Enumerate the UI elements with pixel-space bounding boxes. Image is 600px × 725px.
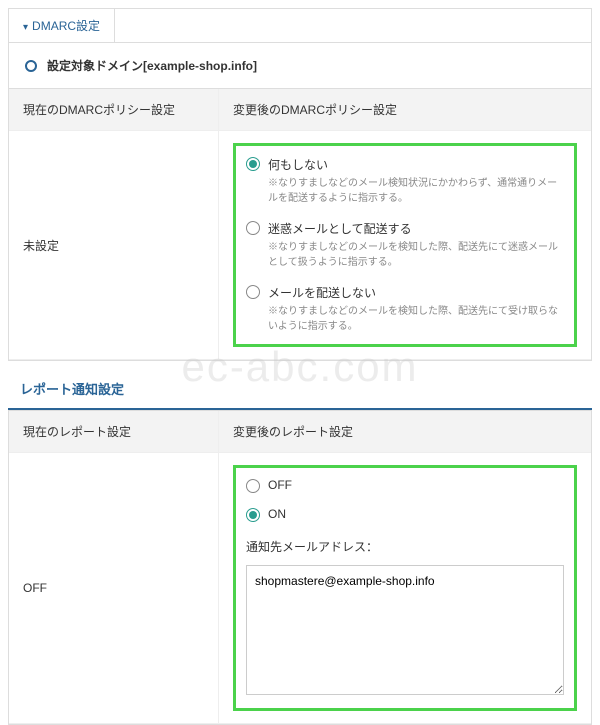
radio-dmarc-reject-label: メールを配送しない (268, 284, 564, 301)
report-header-after: 変更後のレポート設定 (219, 411, 591, 452)
dmarc-options-group: 何もしない ※なりすましなどのメール検知状況にかかわらず、通常通りメールを配送す… (233, 143, 577, 347)
radio-dmarc-none[interactable] (246, 157, 260, 171)
tab-dmarc[interactable]: ▾ DMARC設定 (9, 9, 115, 42)
radio-dmarc-spam-desc: ※なりすましなどのメールを検知した際、配送先にて迷惑メールとして扱うように指示す… (268, 240, 564, 270)
radio-dmarc-none-label: 何もしない (268, 156, 564, 173)
report-section-title: レポート通知設定 (8, 369, 592, 410)
report-options-group: OFF ON 通知先メールアドレス： (233, 465, 577, 711)
report-panel: 現在のレポート設定 変更後のレポート設定 OFF OFF ON (8, 410, 592, 725)
bullet-icon (25, 60, 37, 72)
email-field-label: 通知先メールアドレス： (246, 538, 564, 555)
radio-dmarc-reject[interactable] (246, 285, 260, 299)
tab-bar: ▾ DMARC設定 (9, 9, 591, 43)
radio-report-on[interactable] (246, 508, 260, 522)
domain-suffix: ] (253, 59, 257, 73)
radio-report-off-label: OFF (268, 478, 564, 492)
domain-name: example-shop.info (147, 59, 253, 73)
radio-dmarc-spam-label: 迷惑メールとして配送する (268, 220, 564, 237)
tab-label: DMARC設定 (32, 19, 100, 33)
radio-dmarc-spam[interactable] (246, 221, 260, 235)
radio-dmarc-reject-desc: ※なりすましなどのメールを検知した際、配送先にて受け取らないように指示する。 (268, 304, 564, 334)
email-textarea[interactable] (246, 565, 564, 695)
report-header-current: 現在のレポート設定 (9, 411, 219, 452)
dmarc-panel: ▾ DMARC設定 設定対象ドメイン[example-shop.info] 現在の… (8, 8, 592, 361)
radio-report-off[interactable] (246, 479, 260, 493)
dmarc-header-current: 現在のDMARCポリシー設定 (9, 89, 219, 130)
dmarc-current-value: 未設定 (9, 131, 219, 359)
domain-prefix: 設定対象ドメイン[ (47, 59, 147, 73)
radio-dmarc-none-desc: ※なりすましなどのメール検知状況にかかわらず、通常通りメールを配送するように指示… (268, 176, 564, 206)
radio-report-on-label: ON (268, 507, 564, 521)
target-domain-row: 設定対象ドメイン[example-shop.info] (9, 43, 591, 88)
chevron-down-icon: ▾ (23, 22, 28, 33)
report-current-value: OFF (9, 453, 219, 723)
dmarc-header-after: 変更後のDMARCポリシー設定 (219, 89, 591, 130)
